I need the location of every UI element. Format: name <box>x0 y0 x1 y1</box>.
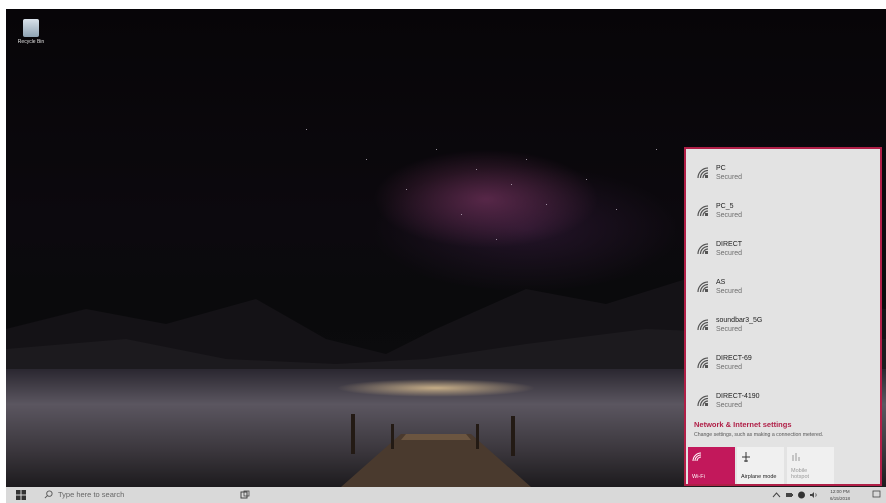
wooden-pier <box>341 414 531 487</box>
network-list: PC Secured PC_5 Secured DIRECT Secured AS Se… <box>686 157 880 423</box>
mobile-hotspot-tile[interactable]: Mobile hotspot <box>787 447 834 484</box>
network-name: DIRECT-69 <box>716 355 752 362</box>
battery-icon[interactable] <box>785 490 794 500</box>
clock-time: 12:00 PM <box>830 489 850 494</box>
network-item[interactable]: PC_5 Secured <box>686 195 880 233</box>
wifi-secured-icon <box>697 357 709 369</box>
network-status: Secured <box>716 326 743 333</box>
network-name: DIRECT <box>716 241 743 248</box>
recycle-bin-label: Recycle Bin <box>17 39 45 45</box>
taskbar-search-box[interactable]: Type here to search <box>58 490 124 499</box>
network-item[interactable]: DIRECT-4190 Secured <box>686 385 880 423</box>
network-status: Secured <box>716 250 743 257</box>
network-status: Secured <box>716 288 743 295</box>
network-item[interactable]: DIRECT-69 Secured <box>686 347 880 385</box>
taskbar: Type here to search 12:00 PM 6/15/2018 <box>6 487 886 503</box>
network-status: Secured <box>716 212 743 219</box>
search-icon[interactable] <box>44 490 53 499</box>
network-item[interactable]: PC Secured <box>686 157 880 195</box>
wifi-secured-icon <box>697 319 709 331</box>
network-settings-link[interactable]: Network & Internet settings <box>694 420 792 429</box>
network-name: DIRECT-4190 <box>716 393 760 400</box>
hotspot-tile-label: Mobile hotspot <box>791 468 809 480</box>
network-status: Secured <box>716 364 743 371</box>
network-name: PC <box>716 165 726 172</box>
network-settings-description: Change settings, such as making a connec… <box>694 432 824 438</box>
notification-center-icon[interactable] <box>872 490 881 499</box>
taskbar-clock[interactable]: 12:00 PM 6/15/2018 <box>830 488 850 502</box>
network-item[interactable]: soundbar3_5G Secured <box>686 309 880 347</box>
horizon-glow <box>336 379 536 397</box>
wifi-tile-label: Wi-Fi <box>692 474 705 480</box>
chevron-up-icon[interactable] <box>772 490 781 500</box>
wifi-secured-icon <box>697 167 709 179</box>
windows-start-icon[interactable] <box>16 490 26 500</box>
airplane-tile-label: Airplane mode <box>741 474 777 480</box>
recycle-bin-icon <box>23 19 39 37</box>
wifi-secured-icon <box>697 281 709 293</box>
volume-icon[interactable] <box>809 490 818 500</box>
network-status: Secured <box>716 402 743 409</box>
wifi-toggle-tile[interactable]: Wi-Fi <box>688 447 735 484</box>
wifi-secured-icon <box>697 205 709 217</box>
network-item[interactable]: DIRECT Secured <box>686 233 880 271</box>
wifi-icon <box>692 452 702 462</box>
network-status: Secured <box>716 174 743 181</box>
task-view-icon[interactable] <box>240 490 250 500</box>
network-item[interactable]: AS Secured <box>686 271 880 309</box>
network-name: soundbar3_5G <box>716 317 763 324</box>
hotspot-icon <box>792 453 800 461</box>
clock-date: 6/15/2018 <box>830 496 851 501</box>
airplane-icon <box>742 452 750 462</box>
network-name: AS <box>716 279 726 286</box>
airplane-mode-tile[interactable]: Airplane mode <box>737 447 784 484</box>
network-tray-icon[interactable] <box>797 490 806 500</box>
recycle-bin-shortcut[interactable]: Recycle Bin <box>14 19 48 45</box>
wifi-secured-icon <box>697 395 709 407</box>
hotspot-label-line2: hotspot <box>791 474 810 480</box>
wifi-secured-icon <box>697 243 709 255</box>
network-flyout: PC Secured PC_5 Secured DIRECT Secured AS Se… <box>684 147 882 486</box>
network-name: PC_5 <box>716 203 734 210</box>
